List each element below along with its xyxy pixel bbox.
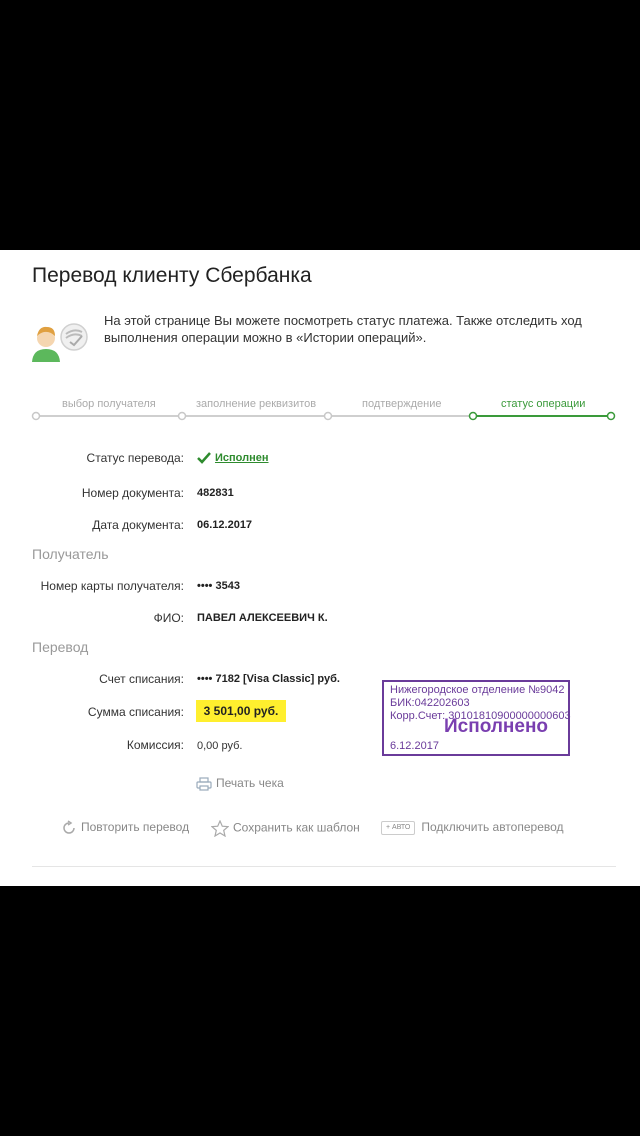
stamp-bik: БИК:042202603 <box>390 697 470 709</box>
debit-account-label: Счет списания: <box>99 672 184 686</box>
fee-value: 0,00 руб. <box>197 740 243 752</box>
repeat-icon <box>63 820 75 834</box>
user-info-icon <box>32 323 88 362</box>
info-text: На этой странице Вы можете посмотреть ст… <box>104 313 582 345</box>
doc-number-label: Номер документа: <box>81 486 184 500</box>
full-name-label: ФИО: <box>153 611 184 625</box>
status-value: Исполнен <box>197 452 269 464</box>
status-label: Статус перевода: <box>86 451 184 465</box>
auto-transfer-button[interactable]: + АВТО Подключить автоперевод <box>381 820 564 835</box>
print-receipt-link[interactable]: Печать чека <box>196 776 284 791</box>
plus-icon: + <box>386 823 391 831</box>
print-receipt-label: Печать чека <box>216 776 284 790</box>
stamp-date: 6.12.2017 <box>390 740 439 752</box>
auto-transfer-label: Подключить автоперевод <box>421 820 564 834</box>
page-title: Перевод клиенту Сбербанка <box>32 264 312 287</box>
fee-label: Комиссия: <box>126 738 184 752</box>
step-operation-status: статус операции <box>501 398 586 410</box>
repeat-transfer-button[interactable]: Повторить перевод <box>61 820 189 836</box>
step-confirmation: подтверждение <box>362 398 442 410</box>
recipient-section-title: Получатель <box>32 546 109 562</box>
auto-badge-label: АВТО <box>392 823 411 831</box>
stamp-status: Исполнено <box>444 716 549 737</box>
amount-label: Сумма списания: <box>87 705 184 719</box>
repeat-transfer-label: Повторить перевод <box>81 820 190 835</box>
star-icon <box>210 819 230 838</box>
bank-stamp: Нижегородское отделение №9042 БИК:042202… <box>382 680 571 756</box>
doc-number-value: 482831 <box>197 487 234 499</box>
full-name-value: ПАВЕЛ АЛЕКСЕЕВИЧ К. <box>197 612 328 624</box>
doc-date-value: 06.12.2017 <box>197 519 253 531</box>
save-template-button[interactable]: Сохранить как шаблон <box>210 819 360 838</box>
debit-account-value: •••• 7182 [Visa Classic] руб. <box>197 673 340 685</box>
amount-value: 3 501,00 руб. <box>196 700 286 722</box>
progress-steps: выбор получателя заполнение реквизитов п… <box>30 394 620 424</box>
step-fill-details: заполнение реквизитов <box>196 398 317 410</box>
card-number-label: Номер карты получателя: <box>40 579 184 593</box>
check-icon <box>197 452 211 464</box>
printer-icon <box>196 777 212 791</box>
card-number-value: •••• 3543 <box>197 580 240 592</box>
step-select-recipient: выбор получателя <box>62 398 156 410</box>
transfer-section-title: Перевод <box>32 639 89 655</box>
doc-date-label: Дата документа: <box>92 518 184 532</box>
divider <box>32 866 616 867</box>
save-template-label: Сохранить как шаблон <box>233 820 360 835</box>
status-link[interactable]: Исполнен <box>215 452 269 464</box>
stamp-branch: Нижегородское отделение №9042 <box>390 684 565 696</box>
auto-badge: + АВТО <box>381 820 416 835</box>
